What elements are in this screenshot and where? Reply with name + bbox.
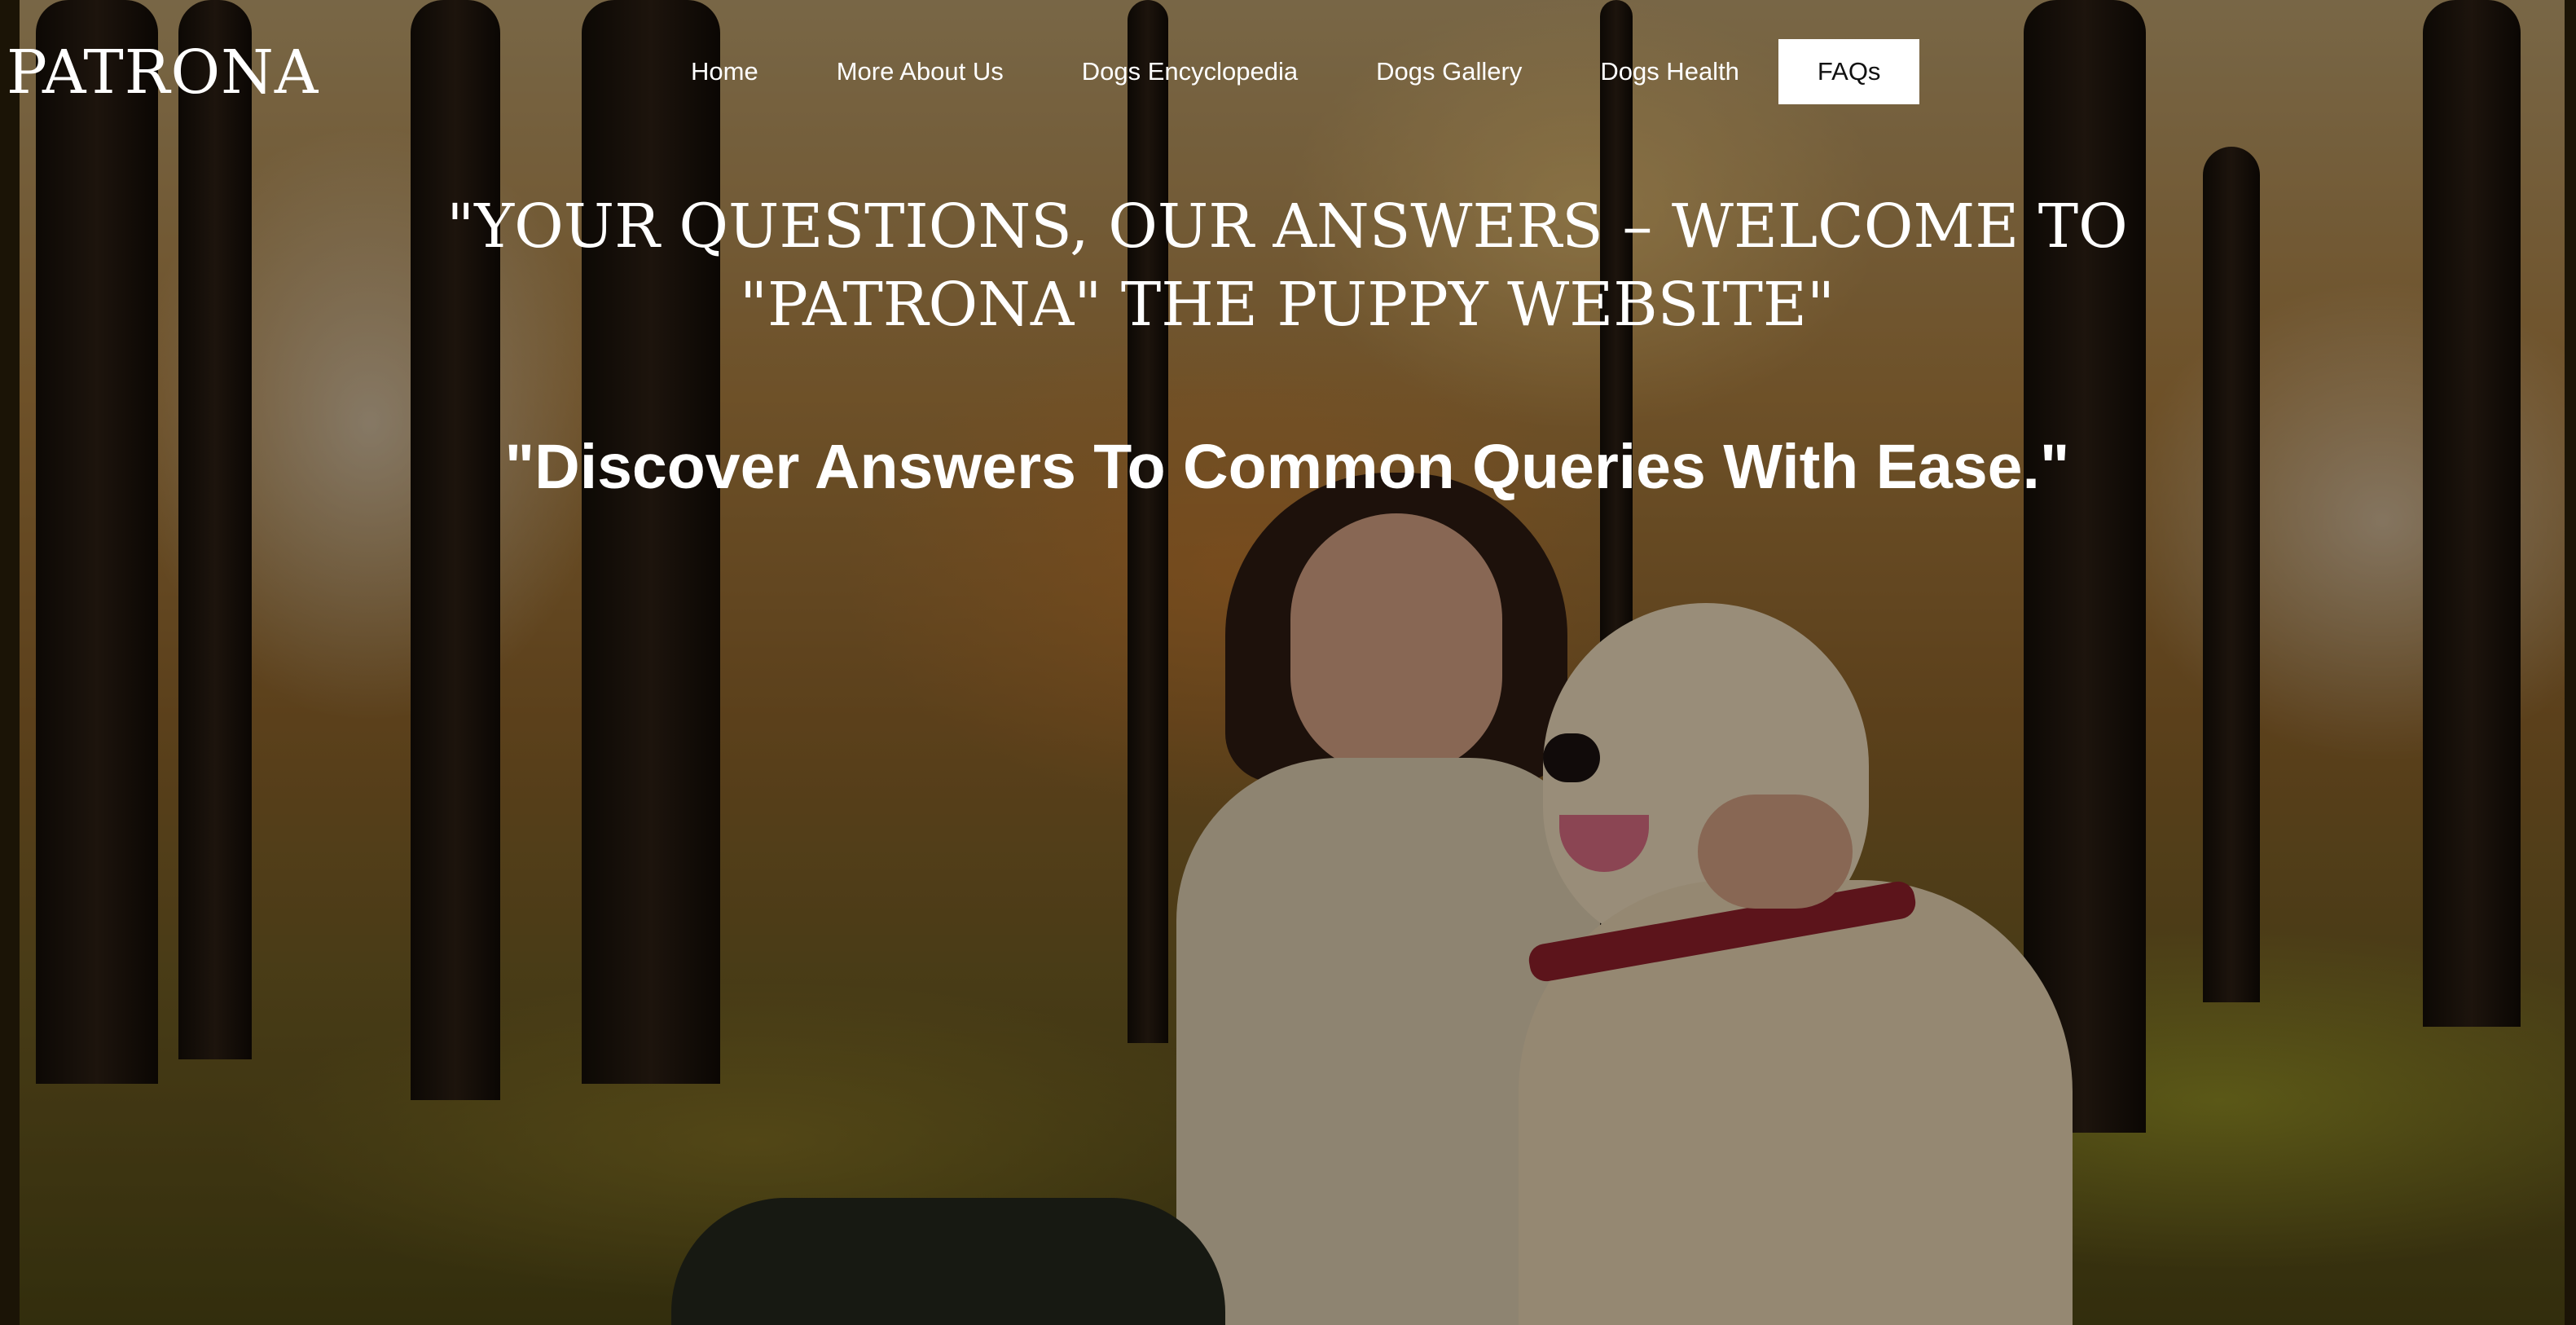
nav-item-home[interactable]: Home — [652, 39, 798, 104]
hero-headline: "YOUR QUESTIONS, OUR ANSWERS – WELCOME T… — [432, 187, 2143, 344]
main-nav: Home More About Us Dogs Encyclopedia Dog… — [652, 39, 1920, 104]
hero-headline-line-1: "YOUR QUESTIONS, OUR ANSWERS – WELCOME T… — [446, 191, 2128, 262]
nav-item-dogs-health[interactable]: Dogs Health — [1561, 39, 1778, 104]
nav-item-faqs[interactable]: FAQs — [1778, 39, 1920, 104]
hero-subheadline: "Discover Answers To Common Queries With… — [504, 432, 2070, 502]
brand-logo[interactable]: PATRONA — [7, 37, 319, 108]
nav-item-more-about-us[interactable]: More About Us — [798, 39, 1043, 104]
nav-item-dogs-encyclopedia[interactable]: Dogs Encyclopedia — [1043, 39, 1337, 104]
hero-headline-line-2: "PATRONA" THE PUPPY WEBSITE" — [740, 270, 1835, 340]
nav-item-dogs-gallery[interactable]: Dogs Gallery — [1337, 39, 1561, 104]
